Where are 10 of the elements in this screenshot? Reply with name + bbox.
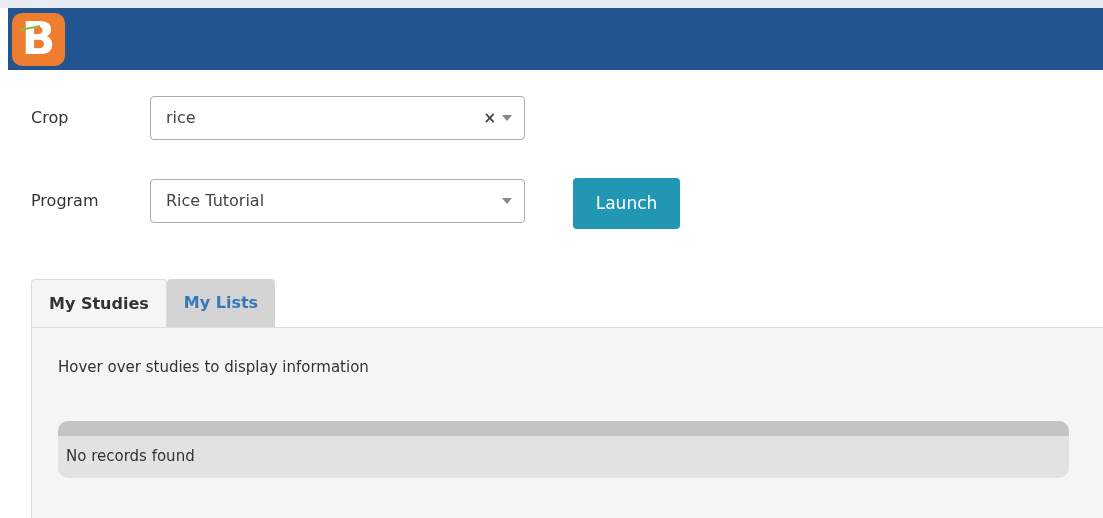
dropdown-icon[interactable] [502, 115, 512, 121]
hint-text: Hover over studies to display information [58, 357, 370, 378]
clear-button[interactable]: × [483, 106, 496, 130]
dropdown-icon[interactable] [502, 197, 512, 204]
select-field[interactable]: Rice Tutorial [150, 178, 525, 223]
empty-message: No records found [66, 446, 195, 468]
field-label: Crop [31, 107, 70, 129]
tab[interactable]: My Studies [31, 279, 167, 327]
select-field[interactable]: rice × [150, 96, 525, 140]
field-label: Program [31, 189, 100, 212]
